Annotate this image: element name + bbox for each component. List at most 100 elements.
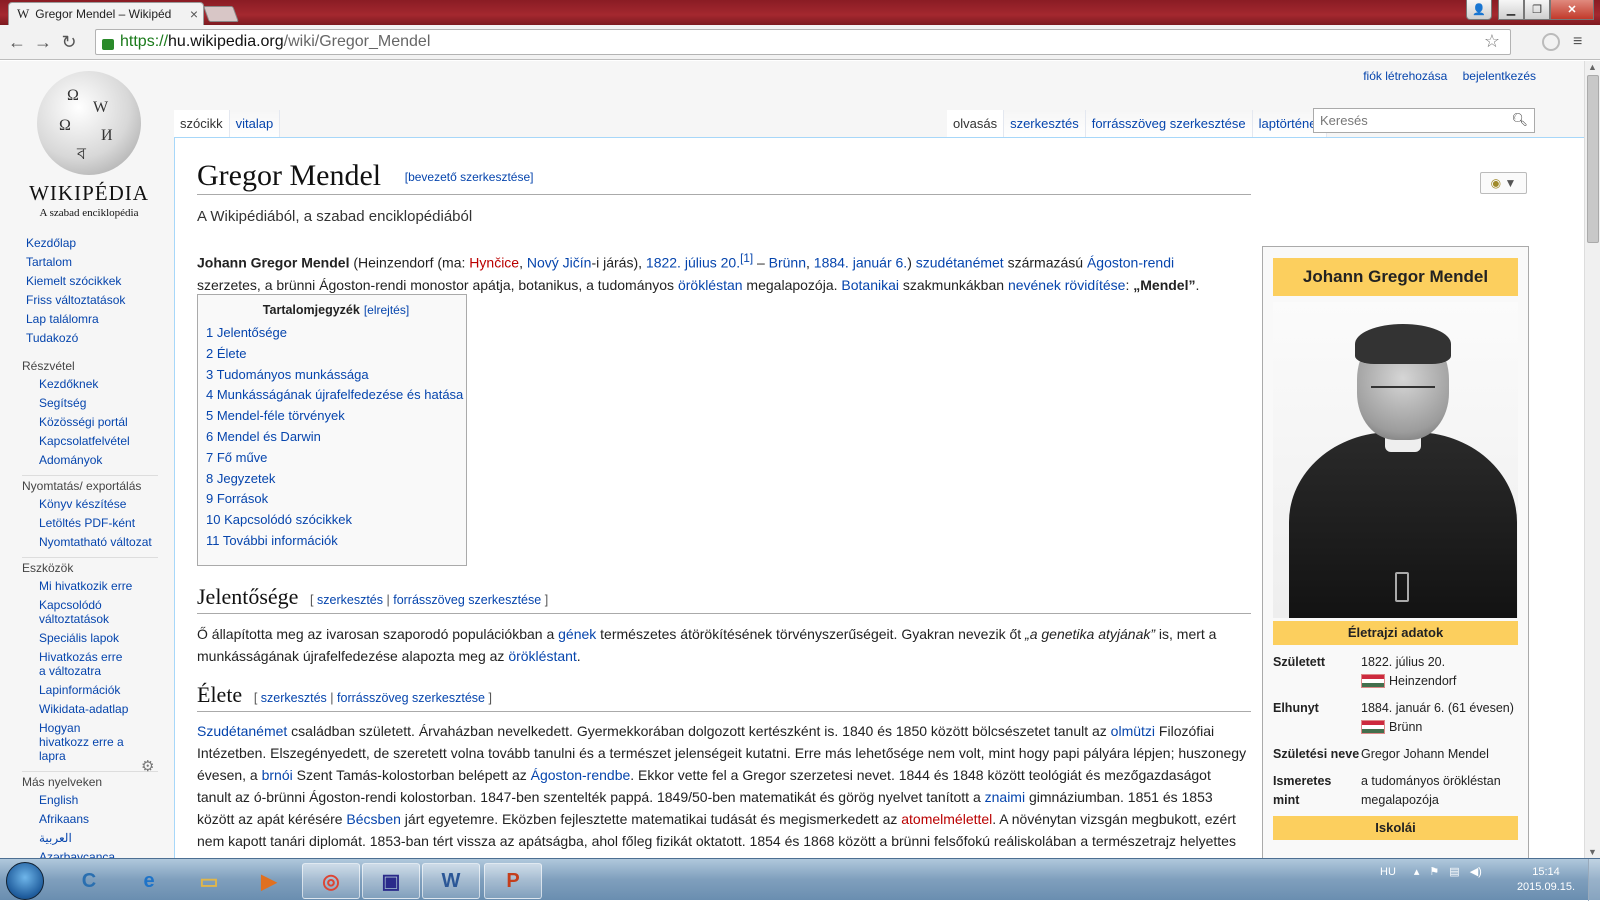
word-icon[interactable]: W xyxy=(422,863,480,899)
toc-item[interactable]: 3 Tudományos munkássága xyxy=(206,365,466,386)
link-augustinian-order[interactable]: Ágoston-rendbe xyxy=(531,767,631,783)
sidebar-item-community[interactable]: Közösségi portál xyxy=(0,415,170,429)
toc-item[interactable]: 11 További információk xyxy=(206,531,466,552)
language-settings-gear-icon[interactable]: ⚙ xyxy=(141,757,154,775)
sidebar-lang-azerbaijani[interactable]: Azərbaycanca xyxy=(0,850,170,858)
browser-tab[interactable]: W Gregor Mendel – Wikipéd × xyxy=(8,2,204,25)
close-window-button[interactable]: ✕ xyxy=(1550,0,1594,20)
input-language[interactable]: HU xyxy=(1380,866,1396,878)
toc-item[interactable]: 7 Fő műve xyxy=(206,448,466,469)
link-novy-jicin[interactable]: Nový Jičín xyxy=(527,255,592,271)
tab-edit-source[interactable]: forrásszöveg szerkesztése xyxy=(1085,110,1253,138)
ccleaner-icon[interactable]: C xyxy=(60,863,118,899)
sidebar-item-what-links-here[interactable]: Mi hivatkozik erre xyxy=(0,579,170,593)
internet-explorer-icon[interactable]: e xyxy=(120,863,178,899)
sidebar-item-book[interactable]: Könyv készítése xyxy=(0,497,170,511)
link-genetics[interactable]: örökléstan xyxy=(678,277,743,293)
page-scrollbar[interactable]: ▲ ▼ xyxy=(1584,61,1600,858)
chrome-icon[interactable]: ◎ xyxy=(302,863,360,899)
toc-item[interactable]: 1 Jelentősége xyxy=(206,323,466,344)
toc-item[interactable]: 9 Források xyxy=(206,489,466,510)
link-brno[interactable]: brnói xyxy=(262,767,293,783)
link-heredity[interactable]: örökléstant xyxy=(508,648,576,664)
back-arrow-icon[interactable]: ← xyxy=(4,32,30,53)
sidebar-item-donate[interactable]: Adományok xyxy=(0,453,170,467)
toc-item[interactable]: 8 Jegyzetek xyxy=(206,469,466,490)
powerpoint-icon[interactable]: P xyxy=(484,863,542,899)
reload-icon[interactable]: ↻ xyxy=(56,32,82,53)
section-edit-source-link[interactable]: forrásszöveg szerkesztése xyxy=(337,691,485,705)
sidebar-item-help[interactable]: Segítség xyxy=(0,396,170,410)
taskbar-clock[interactable]: 15:14 2015.09.15. xyxy=(1514,865,1578,895)
page-settings-dropdown[interactable]: ◉ ▼ xyxy=(1480,172,1527,194)
link-atomic-theory[interactable]: atomelmélettel xyxy=(901,811,992,827)
sidebar-item-contents[interactable]: Tartalom xyxy=(0,255,170,269)
tab-edit[interactable]: szerkesztés xyxy=(1004,110,1086,138)
link-sudeten-german[interactable]: szudétanémet xyxy=(916,255,1004,271)
toc-item[interactable]: 10 Kapcsolódó szócikkek xyxy=(206,510,466,531)
login-link[interactable]: bejelentkezés xyxy=(1463,69,1536,83)
sidebar-item-wikidata[interactable]: Wikidata-adatlap xyxy=(0,702,170,716)
edit-lead-link[interactable]: [bevezető szerkesztése] xyxy=(405,170,534,184)
sidebar-item-help-desk[interactable]: Tudakozó xyxy=(0,331,170,345)
link-hyncice[interactable]: Hynčice xyxy=(469,255,519,271)
link-botanical[interactable]: Botanikai xyxy=(841,277,899,293)
sidebar-item-beginners[interactable]: Kezdőknek xyxy=(0,377,170,391)
sidebar-item-cite[interactable]: Hogyan hivatkozz erre a lapra xyxy=(0,721,130,763)
reference-link[interactable]: [1] xyxy=(740,252,753,265)
new-tab-button[interactable] xyxy=(203,6,239,22)
section-edit-link[interactable]: szerkesztés xyxy=(261,691,327,705)
sidebar-lang-arabic[interactable]: العربية xyxy=(0,831,170,845)
save-disk-icon[interactable]: ▣ xyxy=(362,863,420,899)
section-edit-link[interactable]: szerkesztés xyxy=(317,593,383,607)
extension-icon[interactable] xyxy=(1542,33,1560,51)
wikipedia-logo[interactable]: ΩWΩИব WIKIPÉDIA A szabad enciklopédia xyxy=(24,71,154,219)
sidebar-lang-afrikaans[interactable]: Afrikaans xyxy=(0,812,170,826)
link-genes[interactable]: gének xyxy=(558,626,596,642)
search-input[interactable]: Keresés 🔍︎ xyxy=(1313,108,1535,133)
minimize-button[interactable]: ▁ xyxy=(1498,0,1524,20)
tab-read[interactable]: olvasás xyxy=(947,110,1005,138)
toc-item[interactable]: 2 Élete xyxy=(206,344,466,365)
toc-item[interactable]: 4 Munkásságának újrafelfedezése és hatás… xyxy=(206,385,466,406)
sidebar-item-contact[interactable]: Kapcsolatfelvétel xyxy=(0,434,170,448)
sidebar-item-printable[interactable]: Nyomtatható változat xyxy=(0,535,170,549)
portrait-image[interactable] xyxy=(1273,302,1518,618)
sidebar-item-special-pages[interactable]: Speciális lapok xyxy=(0,631,170,645)
forward-arrow-icon[interactable]: → xyxy=(30,32,56,53)
sidebar-item-page-info[interactable]: Lapinformációk xyxy=(0,683,170,697)
link-sudeten[interactable]: Szudétanémet xyxy=(197,723,287,739)
sidebar-lang-english[interactable]: English xyxy=(0,793,170,807)
bookmark-star-icon[interactable]: ☆ xyxy=(1484,31,1500,52)
address-bar[interactable]: https://hu.wikipedia.org/wiki/Gregor_Men… xyxy=(95,29,1511,55)
start-button[interactable] xyxy=(6,862,44,900)
tab-article[interactable]: szócikk xyxy=(174,110,230,138)
link-olmutz[interactable]: olmützi xyxy=(1111,723,1155,739)
sidebar-item-main-page[interactable]: Kezdőlap xyxy=(0,236,170,250)
maximize-button[interactable]: ❐ xyxy=(1524,0,1550,20)
toc-item[interactable]: 5 Mendel-féle törvények xyxy=(206,406,466,427)
media-player-icon[interactable]: ▶ xyxy=(240,863,298,899)
sidebar-item-related-changes[interactable]: Kapcsolódó változtatások xyxy=(0,598,110,626)
sidebar-item-random[interactable]: Lap találomra xyxy=(0,312,170,326)
search-icon[interactable]: 🔍︎ xyxy=(1511,112,1528,128)
volume-icon[interactable]: ◀) xyxy=(1470,865,1482,878)
tray-up-arrow-icon[interactable]: ▴ xyxy=(1414,865,1420,878)
link-brunn[interactable]: Brünn xyxy=(769,255,806,271)
show-desktop-button[interactable] xyxy=(1588,859,1600,901)
action-center-flag-icon[interactable]: ⚑ xyxy=(1429,865,1439,878)
scroll-up-arrow-icon[interactable]: ▲ xyxy=(1588,62,1597,72)
file-explorer-icon[interactable]: ▭ xyxy=(180,863,238,899)
link-author-abbreviation[interactable]: nevének rövidítése xyxy=(1008,277,1126,293)
user-profile-icon[interactable]: 👤 xyxy=(1466,0,1492,20)
link-death-date[interactable]: 1884. január 6. xyxy=(814,255,907,271)
scrollbar-thumb[interactable] xyxy=(1587,75,1599,243)
toc-item[interactable]: 6 Mendel és Darwin xyxy=(206,427,466,448)
tab-talk[interactable]: vitalap xyxy=(229,110,281,138)
link-birth-date[interactable]: 1822. július 20. xyxy=(646,255,740,271)
link-augustinian[interactable]: Ágoston-rendi xyxy=(1087,255,1174,271)
sidebar-item-recent-changes[interactable]: Friss változtatások xyxy=(0,293,170,307)
scroll-down-arrow-icon[interactable]: ▼ xyxy=(1588,847,1597,857)
sidebar-item-pdf[interactable]: Letöltés PDF-ként xyxy=(0,516,170,530)
sidebar-item-permanent-link[interactable]: Hivatkozás erre a változatra xyxy=(0,650,130,678)
